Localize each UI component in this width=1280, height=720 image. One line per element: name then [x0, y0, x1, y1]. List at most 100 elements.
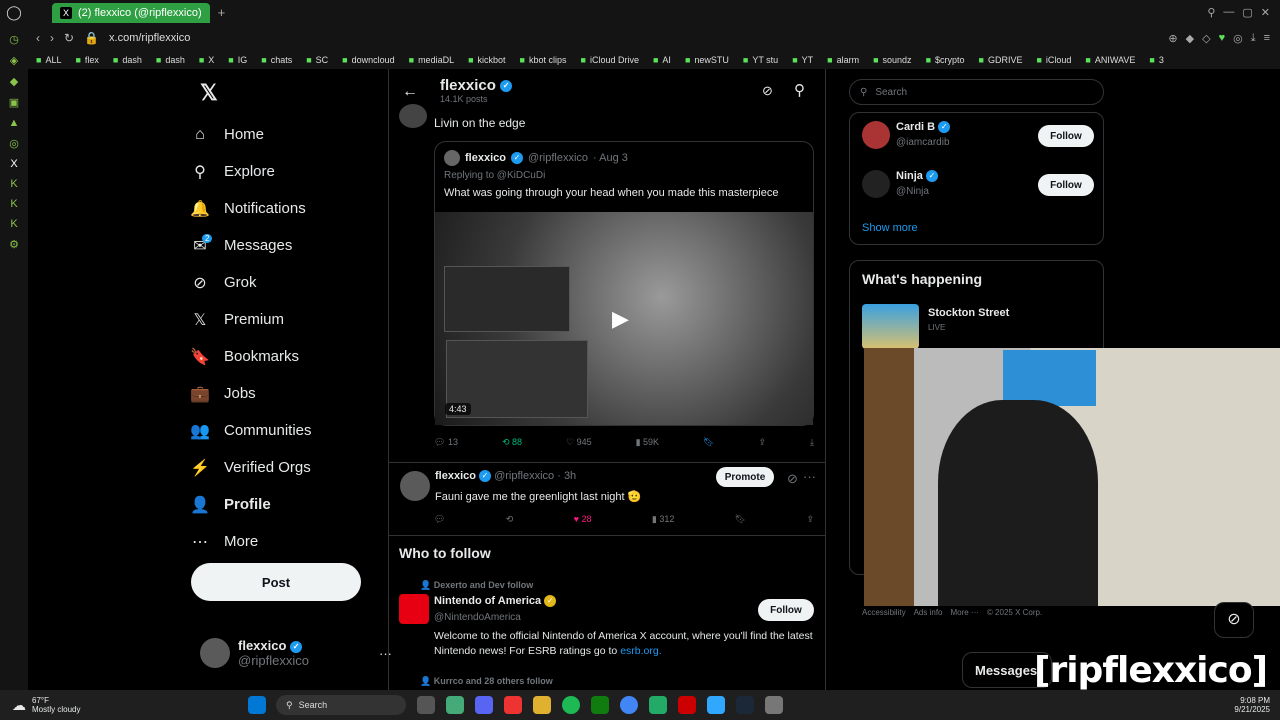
extension-icon[interactable]: ◆ — [1186, 32, 1194, 45]
bookmark-item[interactable]: ■ YT stu — [743, 55, 778, 65]
bookmark-icon[interactable]: 🔖︎ — [735, 514, 746, 525]
sidebar-settings-icon[interactable]: ⚙ — [9, 238, 19, 251]
more-icon[interactable]: ··· — [803, 469, 816, 484]
suggestion-name[interactable]: Cardi B — [896, 121, 935, 133]
follow-button[interactable]: Follow — [1038, 125, 1094, 147]
reload-icon[interactable]: ↻ — [64, 31, 74, 45]
grok-icon[interactable]: ⊘ — [762, 83, 773, 99]
sidebar-app-icon[interactable]: K — [10, 218, 17, 230]
minimize-icon[interactable]: — — [1223, 6, 1234, 19]
bookmark-item[interactable]: ■ soundz — [873, 55, 911, 65]
browser-tab-active[interactable]: X (2) flexxico (@ripflexxico) — [52, 2, 210, 23]
bookmark-item[interactable]: ■ $crypto — [926, 55, 965, 65]
share-icon[interactable]: ⇪ — [806, 514, 814, 525]
nav-item-home[interactable]: ⌂ Home — [190, 116, 375, 153]
footer-link[interactable]: Accessibility — [862, 608, 906, 617]
avatar[interactable] — [400, 471, 430, 501]
bookmark-item[interactable]: ■ X — [199, 55, 214, 65]
avatar[interactable] — [399, 104, 427, 128]
extension-icon[interactable]: ◇ — [1202, 32, 1210, 45]
follow-button[interactable]: Follow — [758, 599, 814, 621]
maximize-icon[interactable]: ▢ — [1242, 6, 1252, 19]
nav-item-messages[interactable]: ✉ Messages 2 — [190, 227, 375, 264]
sidebar-app-icon[interactable]: K — [10, 178, 17, 190]
nav-item-explore[interactable]: ⚲ Explore — [190, 153, 375, 190]
file-explorer-icon[interactable] — [533, 696, 551, 714]
bookmark-item[interactable]: ■ kbot clips — [520, 55, 567, 65]
views-button[interactable]: ▮ 312 — [652, 514, 675, 525]
new-tab-icon[interactable]: + — [218, 5, 226, 20]
like-button[interactable]: ♡ 945 — [566, 437, 592, 448]
nav-item-communities[interactable]: 👥 Communities — [190, 412, 375, 449]
bookmark-item[interactable]: ■ alarm — [827, 55, 859, 65]
back-icon[interactable]: ‹ — [36, 31, 40, 45]
grok-icon[interactable]: ⊘ — [787, 471, 798, 487]
discord-icon[interactable] — [475, 696, 493, 714]
x-logo-icon[interactable]: 𝕏 — [200, 80, 218, 106]
esrb-link[interactable]: esrb.org. — [620, 645, 661, 657]
sidebar-app-icon[interactable]: ◆ — [10, 75, 18, 88]
bookmark-item[interactable]: ■ iCloud — [1036, 55, 1071, 65]
opera-icon[interactable] — [504, 696, 522, 714]
menu-icon[interactable]: ≡ — [1264, 32, 1270, 45]
bookmark-item[interactable]: ■ AI — [653, 55, 671, 65]
reply-button[interactable]: 💬︎ 13 — [434, 437, 458, 448]
post-button[interactable]: Post — [191, 563, 361, 601]
download-icon[interactable]: ⤓ — [1251, 32, 1256, 45]
suggestion-name[interactable]: Ninja — [896, 170, 923, 182]
nav-item-more[interactable]: ⋯ More — [190, 523, 375, 560]
app-icon[interactable] — [678, 696, 696, 714]
nintendo-avatar[interactable] — [399, 594, 429, 624]
xbox-icon[interactable] — [591, 696, 609, 714]
app-icon[interactable] — [446, 696, 464, 714]
photoshop-icon[interactable] — [707, 696, 725, 714]
bookmark-item[interactable]: ■ kickbot — [468, 55, 505, 65]
nav-item-bookmarks[interactable]: 🔖 Bookmarks — [190, 338, 375, 375]
bookmark-item[interactable]: ■ chats — [261, 55, 292, 65]
account-switcher[interactable]: flexxico ✓ @ripflexxico ··· — [200, 638, 392, 668]
forward-icon[interactable]: › — [50, 31, 54, 45]
trend-title[interactable]: Stockton Street — [928, 307, 1009, 319]
bookmark-item[interactable]: ■ ALL — [36, 55, 61, 65]
bookmark-item[interactable]: ■ GDRIVE — [979, 55, 1023, 65]
nav-item-grok[interactable]: ⊘ Grok — [190, 264, 375, 301]
bookmark-item[interactable]: ■ YT — [792, 55, 813, 65]
footer-link[interactable]: More ··· — [950, 608, 978, 617]
settings-icon[interactable] — [765, 696, 783, 714]
sidebar-app-icon[interactable]: ▲ — [9, 117, 20, 129]
task-view-icon[interactable] — [417, 696, 435, 714]
repost-icon[interactable]: ⟲ — [506, 514, 514, 525]
extension-icon[interactable]: ◎ — [1233, 32, 1243, 45]
history-icon[interactable]: ◷ — [9, 33, 19, 46]
bookmark-item[interactable]: ■ dash — [156, 55, 185, 65]
bookmark-item[interactable]: ■ flex — [75, 55, 98, 65]
heart-icon[interactable]: ♥ — [1219, 32, 1226, 45]
nav-item-verified-orgs[interactable]: ⚡ Verified Orgs — [190, 449, 375, 486]
play-icon[interactable]: ▶ — [612, 306, 638, 332]
suggestion-name[interactable]: Nintendo of America — [434, 595, 541, 607]
search-tabs-icon[interactable]: ⚲ — [1207, 6, 1215, 19]
chrome-icon[interactable] — [620, 696, 638, 714]
download-icon[interactable]: ⤓ — [810, 437, 814, 448]
sidebar-app-icon[interactable]: ▣ — [9, 96, 19, 109]
url-field[interactable]: x.com/ripflexxico — [109, 32, 190, 44]
sidebar-x-icon[interactable]: X — [10, 158, 17, 170]
windows-start-icon[interactable] — [248, 696, 266, 714]
aria-icon[interactable]: ◈ — [10, 54, 18, 67]
views-button[interactable]: ▮ 59K — [636, 437, 659, 448]
app-icon[interactable] — [649, 696, 667, 714]
back-arrow-icon[interactable]: ← — [402, 83, 418, 101]
zoom-icon[interactable]: ⊕ — [1168, 32, 1177, 45]
bookmark-icon[interactable]: 🔖︎ — [703, 437, 714, 448]
sidebar-app-icon[interactable]: K — [10, 198, 17, 210]
system-clock[interactable]: 9:08 PM 9/21/2025 — [1234, 696, 1280, 714]
search-input[interactable]: ⚲ Search — [849, 79, 1104, 105]
bookmark-item[interactable]: ■ 3 — [1149, 55, 1163, 65]
reply-icon[interactable]: 💬︎ — [434, 514, 445, 525]
show-more-link[interactable]: Show more — [862, 222, 918, 234]
steam-icon[interactable] — [736, 696, 754, 714]
bookmark-item[interactable]: ■ IG — [228, 55, 247, 65]
avatar[interactable] — [862, 170, 890, 198]
promote-button[interactable]: Promote — [716, 467, 774, 487]
opera-logo-icon[interactable]: ◯ — [0, 4, 28, 21]
